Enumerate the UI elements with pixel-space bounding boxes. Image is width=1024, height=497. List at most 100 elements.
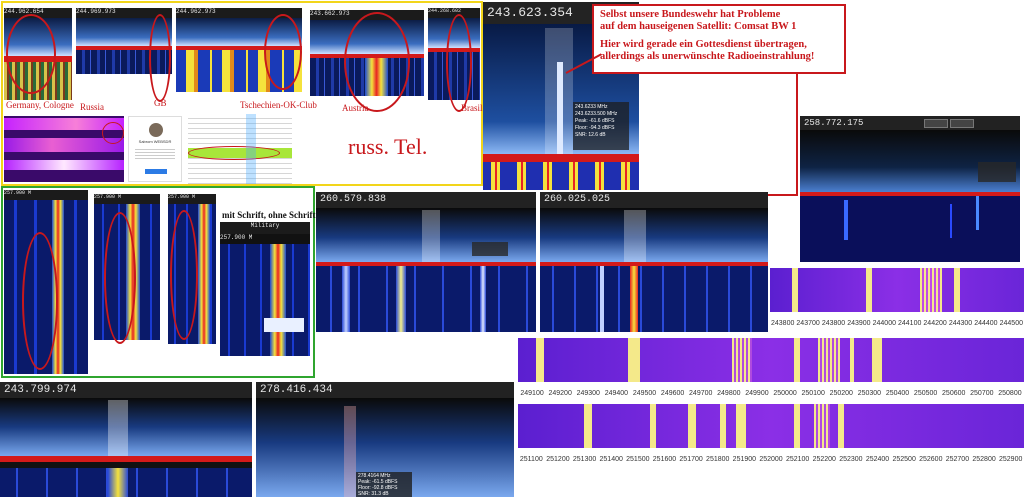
- axis-tick-label: 252800: [972, 456, 996, 463]
- spectrogram-251: 251100 251200 251300 251400 251500 251600 2517…: [518, 404, 1024, 466]
- highlight-ellipse: [170, 210, 198, 340]
- freq-readout: 257.900 M: [4, 190, 88, 200]
- selected-band: [624, 210, 646, 262]
- profile-name: Sabrom WEBSDR: [138, 139, 172, 144]
- label-schrift: mit Schrift, ohne Schrift: [222, 210, 316, 220]
- axis-tick-label: 249100: [520, 390, 544, 397]
- label-tschechien: Tschechien-OK-Club: [240, 100, 317, 110]
- highlight-ellipse: [6, 14, 56, 94]
- axis-tick-label: 243700: [796, 320, 820, 327]
- axis-tick-label: 251700: [679, 456, 703, 463]
- highlight-ellipse: [264, 14, 302, 90]
- highlight-ellipse: [22, 232, 58, 370]
- axis-tick-label: 251500: [626, 456, 650, 463]
- axis-tick-label: 251300: [572, 456, 597, 463]
- axis-tick-label: 249900: [745, 390, 769, 397]
- highlight-ellipse: [344, 12, 410, 112]
- freq-readout: 257.900 M: [220, 234, 310, 244]
- highlight-ellipse: [104, 212, 136, 344]
- freq-readout: 257.900 M: [168, 194, 216, 204]
- axis-tick-label: 252300: [839, 456, 863, 463]
- axis-tick-label: 244500: [999, 320, 1023, 327]
- axis-tick-label: 249300: [576, 390, 600, 397]
- axis-tick-label: 243900: [847, 320, 871, 327]
- label-russ-tel: russ. Tel.: [348, 134, 428, 159]
- spectrogram-249: 249100 249200 249300 249400 249500 249600 2497…: [518, 338, 1024, 400]
- axis-tick-label: 250000: [773, 390, 797, 397]
- purple-spectrogram-small: [4, 116, 124, 182]
- axis-tick-label: 252400: [865, 456, 890, 463]
- signal-info-box: [472, 242, 508, 256]
- axis-tick-label: 244100: [898, 320, 922, 327]
- spectrogram-243: 243800 243700 243800 243900 244000 244100 2442…: [770, 268, 1024, 330]
- highlight-ellipse: [446, 14, 472, 112]
- axis-tick-label: 250600: [942, 390, 966, 397]
- axis-tick-label: 244400: [974, 320, 998, 327]
- frequency-axis: 243800 243700 243800 243900 244000 244100 2442…: [770, 312, 1024, 330]
- annotation-line: auf dem hauseigenen Satellit: Comsat BW …: [600, 21, 797, 32]
- axis-tick-label: 251400: [599, 456, 623, 463]
- axis-tick-label: 250200: [829, 390, 853, 397]
- axis-tick-label: 251200: [546, 456, 570, 463]
- mode-button[interactable]: [924, 119, 948, 128]
- military-label: Military: [220, 222, 310, 234]
- profile-card: Sabrom WEBSDR: [128, 116, 182, 182]
- label-russia: Russia: [80, 102, 105, 112]
- axis-tick-label: 250500: [913, 390, 938, 397]
- axis-tick-label: 252900: [998, 456, 1023, 463]
- axis-tick-label: 250100: [801, 390, 825, 397]
- profile-button[interactable]: [145, 169, 167, 174]
- annotation-line: Selbst unsere Bundeswehr hat Probleme: [600, 9, 781, 20]
- sdr-panel-243799: 243.799.974: [0, 382, 252, 497]
- connector-line: [796, 74, 798, 196]
- axis-tick-label: 249800: [717, 390, 741, 397]
- highlight-ellipse: [188, 146, 280, 160]
- axis-tick-label: 250800: [998, 390, 1022, 397]
- annotation-line: Hier wird gerade ein Gottesdienst übertr…: [600, 39, 807, 50]
- axis-tick-label: 250300: [857, 390, 882, 397]
- axis-tick-label: 251600: [652, 456, 677, 463]
- axis-tick-label: 252700: [945, 456, 970, 463]
- selected-band: [344, 406, 356, 497]
- axis-tick-label: 251900: [732, 456, 757, 463]
- signal-info-box: 243.6233 MHz 243.6233.500 MHz Peak: -61.…: [573, 102, 629, 150]
- signal-info-box: 278.4164 MHz Peak: -61.5 dBFS Floor: -92…: [356, 472, 412, 497]
- axis-tick-label: 249600: [660, 390, 685, 397]
- axis-tick-label: 250700: [970, 390, 994, 397]
- axis-tick-label: 249200: [548, 390, 572, 397]
- axis-tick-label: 252500: [892, 456, 916, 463]
- axis-tick-label: 250400: [885, 390, 910, 397]
- axis-tick-label: 251800: [706, 456, 730, 463]
- axis-tick-label: 243800: [821, 320, 846, 327]
- signal-info-box: [978, 162, 1016, 182]
- axis-tick-label: 243800: [771, 320, 795, 327]
- label-gb: GB: [154, 98, 167, 108]
- freq-readout: 257.900 M: [94, 194, 160, 204]
- info-line: Floor: -94.3 dBFS: [575, 125, 615, 131]
- info-line: 243.6233 MHz: [575, 104, 608, 110]
- axis-tick-label: 249400: [604, 390, 629, 397]
- frequency-axis: 251100 251200 251300 251400 251500 251600 2517…: [518, 448, 1024, 466]
- axis-tick-label: 249700: [689, 390, 713, 397]
- mode-button[interactable]: [950, 119, 974, 128]
- sdr-panel-258: 258.772.175: [800, 116, 1020, 262]
- sdr-panel-278416: 278.416.434 278.4164 MHz Peak: -61.5 dBF…: [256, 382, 514, 497]
- info-line: Peak: -61.6 dBFS: [575, 118, 615, 124]
- axis-tick-label: 251100: [519, 456, 543, 463]
- axis-tick-label: 252200: [812, 456, 836, 463]
- axis-tick-label: 252000: [759, 456, 783, 463]
- sdr-panel-260025: 260.025.025: [540, 192, 768, 332]
- axis-tick-label: 252600: [919, 456, 943, 463]
- label-germany: Germany, Cologne: [6, 100, 74, 110]
- frequency-table: [188, 114, 292, 184]
- waterfall-d: Military 257.900 M: [220, 222, 310, 356]
- label-brasil: Brasil: [461, 103, 483, 113]
- annotation-box: Selbst unsere Bundeswehr hat Probleme au…: [592, 4, 846, 74]
- annotation-line: allerdings als unerwünschte Radioeinstra…: [600, 51, 815, 62]
- highlight-ellipse: [149, 14, 171, 102]
- axis-tick-label: 249500: [632, 390, 657, 397]
- axis-tick-label: 244200: [923, 320, 947, 327]
- frequency-axis: 249100 249200 249300 249400 249500 249600 2497…: [518, 382, 1024, 400]
- info-line: SNR: 31.3 dB: [358, 491, 389, 497]
- selected-band: [422, 210, 440, 262]
